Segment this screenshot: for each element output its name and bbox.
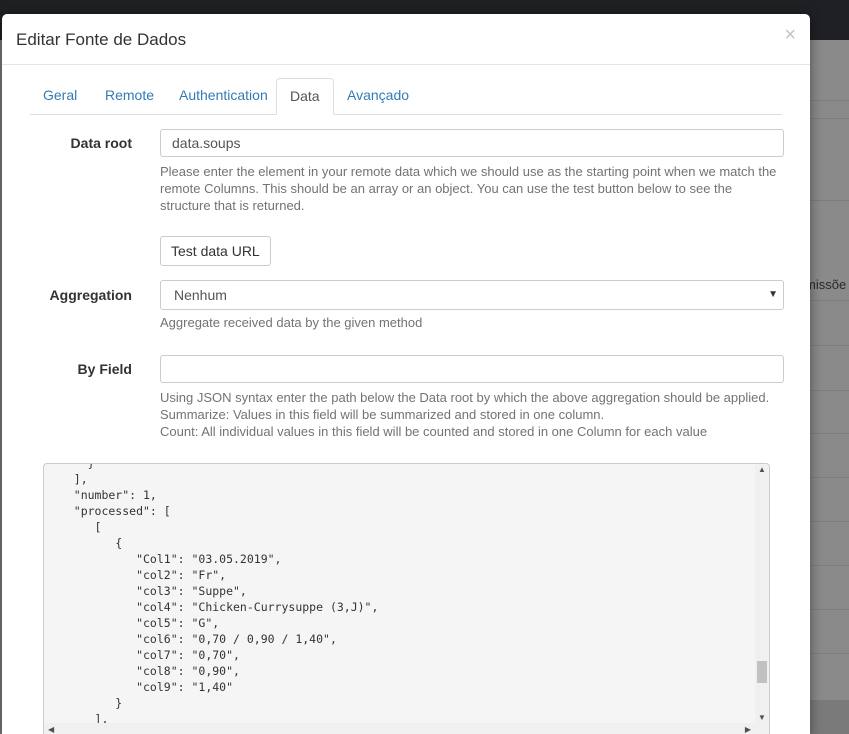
scroll-down-icon[interactable]: ▼ [758, 713, 766, 722]
scroll-up-icon[interactable]: ▲ [758, 465, 766, 474]
scroll-left-icon[interactable]: ◀ [48, 725, 54, 734]
by-field-label: By Field [77, 361, 132, 377]
modal-header: Editar Fonte de Dados × [2, 14, 810, 65]
by-field-help-line: Using JSON syntax enter the path below t… [160, 390, 770, 405]
by-field-help-line: Count: All individual values in this fie… [160, 424, 708, 439]
aggregation-select[interactable]: Nenhum ▼ [160, 280, 784, 310]
vertical-scrollbar[interactable]: ▲ ▼ [755, 464, 769, 723]
aggregation-label: Aggregation [49, 287, 132, 303]
by-field-help-text: Using JSON syntax enter the path below t… [160, 389, 780, 440]
edit-data-source-modal: Editar Fonte de Dados × Geral Remote Aut… [2, 14, 810, 734]
data-root-help-text: Please enter the element in your remote … [160, 164, 777, 213]
horizontal-scrollbar[interactable]: ◀ ▶ [44, 723, 769, 734]
chevron-down-icon: ▼ [768, 289, 778, 300]
by-field-help-line: Summarize: Values in this field will be … [160, 407, 605, 422]
aggregation-selected-value: Nenhum [174, 287, 227, 303]
scroll-right-icon[interactable]: ▶ [745, 725, 751, 734]
by-field-input[interactable] [160, 355, 784, 383]
background-column-header: missõe [805, 277, 847, 292]
tab-geral[interactable]: Geral [30, 78, 90, 114]
data-root-input[interactable] [160, 129, 784, 157]
json-output-text: } ], "number": 1, "processed": [ [ { "Co… [73, 463, 379, 726]
data-root-label: Data root [70, 135, 132, 151]
tab-remote[interactable]: Remote [92, 78, 167, 114]
tab-avancado[interactable]: Avançado [334, 78, 422, 114]
tab-bar: Geral Remote Authentication Data Avançad… [30, 78, 782, 115]
tab-authentication[interactable]: Authentication [166, 78, 281, 114]
test-data-url-button[interactable]: Test data URL [160, 236, 271, 266]
modal-title: Editar Fonte de Dados [16, 30, 187, 49]
aggregation-help-text: Aggregate received data by the given met… [160, 315, 423, 330]
close-icon[interactable]: × [784, 25, 796, 45]
tab-data[interactable]: Data [276, 78, 334, 115]
json-output-box[interactable]: } ], "number": 1, "processed": [ [ { "Co… [43, 463, 770, 734]
scrollbar-thumb[interactable] [757, 661, 767, 683]
